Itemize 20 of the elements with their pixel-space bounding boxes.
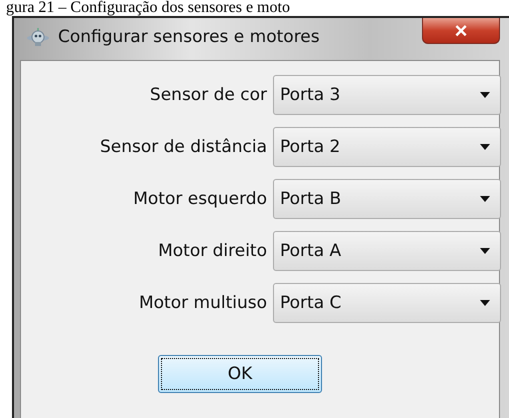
port-dropdown[interactable]: Porta 2 <box>273 127 501 167</box>
robot-icon <box>26 27 50 47</box>
caret-icon <box>480 248 490 254</box>
caret-icon <box>480 92 490 98</box>
window-title: Configurar sensores e motores <box>58 27 320 47</box>
port-dropdown[interactable]: Porta A <box>273 231 501 271</box>
figure-caption: gura 21 – Configuração dos sensores e moto <box>5 0 291 16</box>
port-dropdown[interactable]: Porta C <box>273 283 501 323</box>
caret-icon <box>480 196 490 202</box>
field-label: Motor direito <box>157 241 267 261</box>
close-button[interactable]: × <box>422 18 500 44</box>
ok-button[interactable]: OK <box>158 355 322 393</box>
caret-icon <box>480 144 490 150</box>
caret-icon <box>480 300 490 306</box>
field-label: Motor multiuso <box>138 293 267 313</box>
field-label: Motor esquerdo <box>132 189 267 209</box>
port-dropdown[interactable]: Porta B <box>273 179 501 219</box>
port-dropdown[interactable]: Porta 3 <box>273 75 501 115</box>
field-label: Sensor de distância <box>98 137 267 157</box>
field-label: Sensor de cor <box>148 85 267 105</box>
